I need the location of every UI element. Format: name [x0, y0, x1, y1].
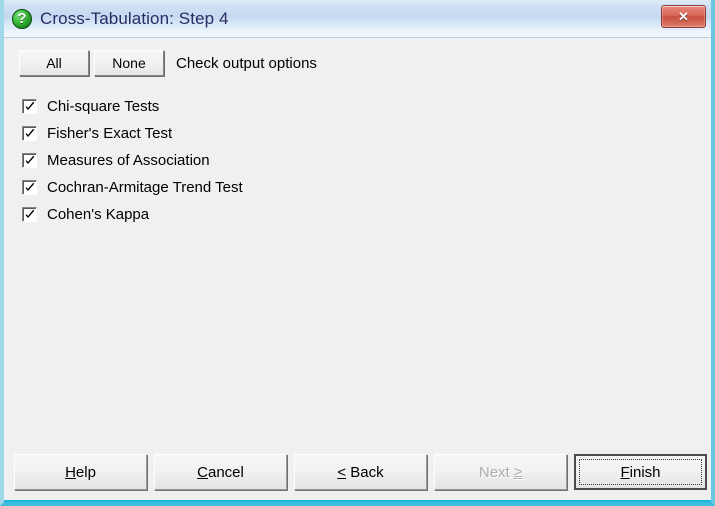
finish-button-label: Finish — [620, 463, 661, 481]
client-area: All None Check output options Chi-square… — [4, 38, 711, 502]
toolbar: All None Check output options — [19, 50, 317, 76]
option-row-cohens-kappa[interactable]: Cohen's Kappa — [22, 201, 472, 228]
next-button: Next ≥ — [434, 454, 567, 490]
checkbox-measures-of-association[interactable] — [22, 153, 37, 168]
title-bar: ? Cross-Tabulation: Step 4 ✕ — [4, 0, 711, 38]
back-button[interactable]: < Back — [294, 454, 427, 490]
option-label: Measures of Association — [47, 152, 210, 169]
back-button-label: < Back — [337, 463, 384, 481]
output-options-list: Chi-square Tests Fisher's Exact Test Mea… — [22, 93, 472, 228]
option-row-fishers-exact-test[interactable]: Fisher's Exact Test — [22, 120, 472, 147]
green-question-sphere-icon: ? — [12, 9, 32, 29]
cancel-button[interactable]: Cancel — [154, 454, 287, 490]
checkbox-fishers-exact-test[interactable] — [22, 126, 37, 141]
checkbox-cochran-armitage-trend-test[interactable] — [22, 180, 37, 195]
option-label: Chi-square Tests — [47, 98, 160, 115]
help-button[interactable]: Help — [14, 454, 147, 490]
select-none-button[interactable]: None — [94, 50, 164, 76]
dialog-button-bar: Help Cancel < Back Next ≥ Finish — [4, 454, 711, 490]
cancel-button-label: Cancel — [197, 463, 244, 481]
option-label: Cochran-Armitage Trend Test — [47, 179, 243, 196]
instruction-label: Check output options — [176, 54, 317, 72]
checkbox-chi-square-tests[interactable] — [22, 99, 37, 114]
dialog-window: ? Cross-Tabulation: Step 4 ✕ All None Ch… — [0, 0, 715, 506]
checkbox-cohens-kappa[interactable] — [22, 207, 37, 222]
window-title: Cross-Tabulation: Step 4 — [40, 9, 229, 28]
title-bar-content: ? Cross-Tabulation: Step 4 — [12, 0, 229, 38]
finish-button[interactable]: Finish — [574, 454, 707, 490]
option-row-measures-of-association[interactable]: Measures of Association — [22, 147, 472, 174]
option-label: Fisher's Exact Test — [47, 125, 173, 142]
close-icon: ✕ — [678, 9, 689, 24]
help-button-label: Help — [65, 463, 96, 481]
next-button-label: Next ≥ — [478, 463, 523, 481]
select-all-button[interactable]: All — [19, 50, 89, 76]
option-row-cochran-armitage-trend-test[interactable]: Cochran-Armitage Trend Test — [22, 174, 472, 201]
option-label: Cohen's Kappa — [47, 206, 150, 223]
close-button[interactable]: ✕ — [661, 5, 706, 28]
option-row-chi-square-tests[interactable]: Chi-square Tests — [22, 93, 472, 120]
